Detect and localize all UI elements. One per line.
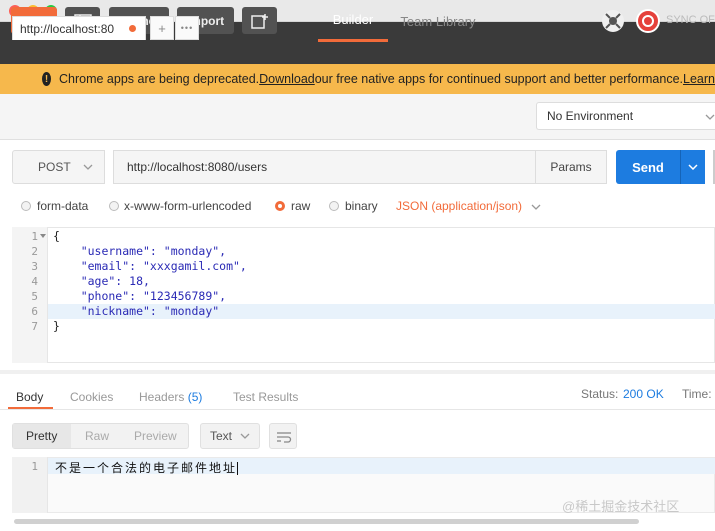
radio-x-www-form-urlencoded[interactable] [109,201,119,211]
line-number: 7 [31,320,38,333]
response-body-text: 不是一个合法的电子邮件地址 [55,459,239,476]
radio-label-form-data: form-data [37,199,89,213]
url-input[interactable]: http://localhost:8080/users [113,150,536,184]
chevron-down-icon [531,204,541,210]
request-tab[interactable]: http://localhost:80 [12,16,146,40]
line-number: 4 [31,275,38,288]
environment-selected: No Environment [547,109,634,123]
radio-binary[interactable] [329,201,339,211]
tab-response-headers[interactable]: Headers (5) [139,390,202,404]
code-line: "age": 18, [53,274,150,288]
line-number: 1 [31,230,38,243]
code-line: "username": "monday", [53,244,227,258]
view-preview-button[interactable]: Preview [134,429,177,443]
radio-raw[interactable] [275,201,285,211]
wrap-lines-button[interactable] [269,423,297,449]
time-label: Time: [682,387,712,401]
radio-label-urlencoded: x-www-form-urlencoded [124,199,252,213]
new-window-icon [250,13,268,29]
learn-more-link[interactable]: Learn [683,72,715,86]
line-number: 6 [31,305,38,318]
add-tab-button[interactable]: + [150,16,174,40]
headers-count-badge: (5) [187,390,203,404]
chevron-down-icon [705,114,715,120]
line-number: 1 [31,460,38,473]
content-type-label: JSON (application/json) [396,199,523,213]
deprecation-banner: ! Chrome apps are being deprecated. Down… [0,64,715,94]
chevron-down-icon [83,164,93,170]
method-select[interactable]: POST [12,150,105,184]
tab-options-button[interactable]: ••• [175,16,199,40]
status-label: Status: [581,387,619,401]
active-tab-underline [8,407,53,409]
tab-response-headers-label: Headers [139,390,185,404]
unsaved-indicator [129,25,136,32]
code-line: } [53,319,60,333]
banner-text-after: our free native apps for continued suppo… [314,72,684,86]
line-number: 5 [31,290,38,303]
radio-label-binary: binary [345,199,378,213]
send-button[interactable]: Send [616,150,680,184]
method-label: POST [38,160,71,174]
wrap-lines-icon [277,432,292,443]
code-line: "nickname": "monday" [53,304,220,318]
view-raw-button[interactable]: Raw [85,429,109,443]
interceptor-icon[interactable] [602,10,624,32]
send-options-button[interactable] [680,150,705,184]
response-body-content: 不是一个合法的电子邮件地址 [55,461,238,475]
warning-icon: ! [42,72,51,86]
banner-text-before: Chrome apps are being deprecated. [59,72,260,86]
code-line: { [53,229,60,243]
tab-builder[interactable]: Builder [318,0,388,42]
sync-status-label: SYNC OFF [666,14,715,26]
environment-select[interactable]: No Environment [536,102,715,130]
code-line: "email": "xxxgamil.com", [53,259,247,273]
tab-response-body[interactable]: Body [16,390,43,404]
line-number: 2 [31,245,38,258]
fold-arrow-icon[interactable] [40,234,46,239]
radio-form-data[interactable] [21,201,31,211]
watermark: @稀土掘金技术社区 [562,499,680,514]
radio-label-raw: raw [291,199,311,213]
chevron-down-icon [240,433,250,439]
sync-off-icon [642,15,654,27]
download-link[interactable]: Download [259,72,315,86]
tab-response-cookies[interactable]: Cookies [70,390,113,404]
params-button[interactable]: Params [535,150,607,184]
pane-divider[interactable] [0,370,715,374]
format-label: Text [210,429,233,443]
code-line: "phone": "123456789", [53,289,227,303]
sync-status-icon[interactable] [636,9,660,33]
format-select[interactable]: Text [200,423,260,449]
line-number: 3 [31,260,38,273]
status-value: 200 OK [623,387,664,401]
tab-test-results[interactable]: Test Results [233,390,298,404]
response-tabs-divider [0,409,715,410]
content-type-select[interactable]: JSON (application/json) [396,199,541,213]
satellite-icon [605,13,621,29]
horizontal-scrollbar[interactable] [14,519,639,524]
view-pretty-button[interactable]: Pretty [26,429,57,443]
tab-team-library[interactable]: Team Library [392,0,484,42]
new-window-button[interactable] [242,7,277,34]
text-cursor [237,462,239,476]
request-tab-label: http://localhost:80 [20,21,115,36]
chevron-down-icon [688,164,698,170]
